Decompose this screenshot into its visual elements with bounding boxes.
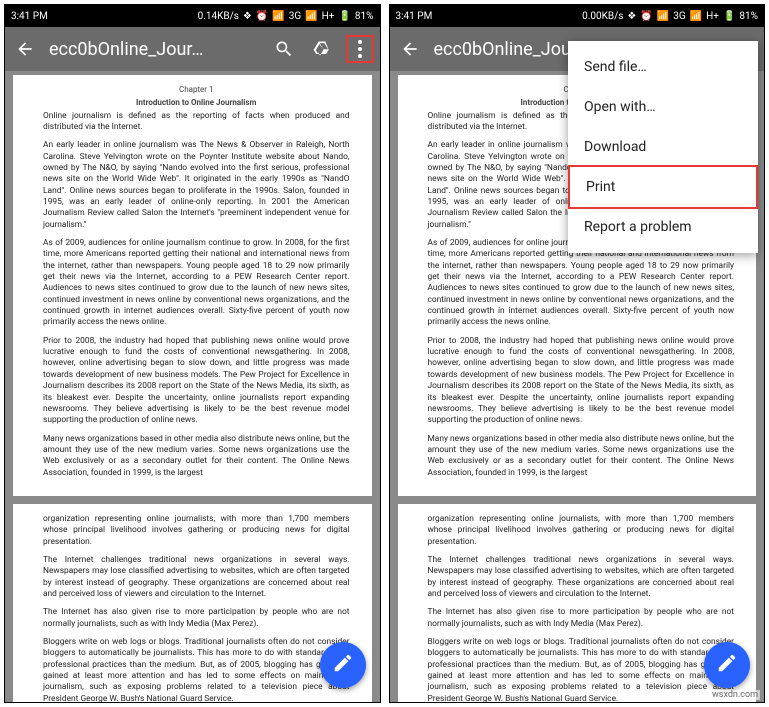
document-viewport[interactable]: Chapter 1 Introduction to Online Journal…	[5, 71, 380, 702]
status-net1: 3G	[289, 11, 301, 22]
pencil-icon	[332, 652, 354, 678]
phone-right: 3:41 PM 0.00KB/s ❖ ⏰ 📶 3G 📶 H+ 🔋 81% ecc…	[389, 4, 766, 703]
back-button[interactable]	[11, 35, 39, 63]
doc-paragraph: Prior to 2008, the industry had hoped th…	[428, 336, 735, 427]
signal-icon-2: 📶	[690, 11, 702, 22]
menu-download[interactable]: Download	[568, 127, 758, 167]
doc-paragraph: The Internet has also given rise to more…	[428, 607, 735, 630]
phone-left: 3:41 PM 0.14KB/s ❖ ⏰ 📶 3G 📶 H+ 🔋 81% ecc…	[4, 4, 381, 703]
document-page-2: organization representing online journal…	[13, 504, 372, 702]
status-bar: 3:41 PM 0.14KB/s ❖ ⏰ 📶 3G 📶 H+ 🔋 81%	[5, 5, 380, 27]
kebab-icon	[358, 40, 362, 58]
status-right: 0.14KB/s ❖ ⏰ 📶 3G 📶 H+ 🔋 81%	[198, 11, 374, 22]
doc-paragraph: The Internet has also given rise to more…	[43, 607, 350, 630]
alarm-icon: ⏰	[256, 11, 268, 22]
menu-print[interactable]: Print	[568, 165, 758, 209]
app-bar: ecc0bOnline_Jour…	[5, 27, 380, 71]
alarm-icon: ⏰	[640, 11, 652, 22]
menu-report-problem[interactable]: Report a problem	[568, 207, 758, 247]
status-speed: 0.00KB/s	[582, 11, 623, 22]
signal-icon-2: 📶	[305, 11, 317, 22]
doc-paragraph: Many news organizations based in other m…	[428, 434, 735, 479]
status-time: 3:41 PM	[11, 11, 48, 22]
status-time: 3:41 PM	[396, 11, 433, 22]
status-right: 0.00KB/s ❖ ⏰ 📶 3G 📶 H+ 🔋 81%	[582, 11, 758, 22]
status-bar: 3:41 PM 0.00KB/s ❖ ⏰ 📶 3G 📶 H+ 🔋 81%	[390, 5, 765, 27]
status-net1: 3G	[673, 11, 685, 22]
doc-paragraph: The Internet challenges traditional news…	[43, 555, 350, 600]
battery-icon: 🔋	[338, 11, 350, 22]
overflow-menu: Send file… Open with… Download Print Rep…	[568, 41, 758, 253]
chapter-label: Chapter 1	[43, 85, 350, 96]
document-page-1: Chapter 1 Introduction to Online Journal…	[13, 75, 372, 496]
doc-paragraph: The Internet challenges traditional news…	[428, 555, 735, 600]
menu-send-file[interactable]: Send file…	[568, 47, 758, 87]
vibrate-icon: ❖	[627, 11, 636, 22]
menu-open-with[interactable]: Open with…	[568, 87, 758, 127]
status-battery: 81%	[355, 11, 374, 22]
doc-paragraph: organization representing online journal…	[428, 514, 735, 548]
doc-paragraph: Online journalism is defined as the repo…	[43, 111, 350, 134]
edit-fab[interactable]	[320, 642, 366, 688]
edit-fab[interactable]	[704, 642, 750, 688]
document-title: ecc0bOnline_Jour…	[49, 39, 260, 60]
overflow-menu-button[interactable]	[346, 35, 374, 63]
status-speed: 0.14KB/s	[198, 11, 239, 22]
back-button[interactable]	[396, 35, 424, 63]
doc-paragraph: Prior to 2008, the industry had hoped th…	[43, 336, 350, 427]
vibrate-icon: ❖	[243, 11, 252, 22]
watermark: wsxdn.com	[710, 690, 760, 700]
pencil-icon	[716, 652, 738, 678]
doc-paragraph: An early leader in online journalism was…	[43, 140, 350, 231]
search-button[interactable]	[270, 35, 298, 63]
status-battery: 81%	[739, 11, 758, 22]
chapter-heading: Introduction to Online Journalism	[43, 98, 350, 109]
doc-paragraph: Bloggers write on web logs or blogs. Tra…	[43, 637, 350, 702]
status-net2: H+	[322, 11, 335, 22]
document-page-2: organization representing online journal…	[398, 504, 757, 702]
doc-paragraph: As of 2009, audiences for online journal…	[43, 238, 350, 329]
signal-icon: 📶	[657, 11, 669, 22]
doc-paragraph: organization representing online journal…	[43, 514, 350, 548]
drive-button[interactable]	[308, 35, 336, 63]
battery-icon: 🔋	[723, 11, 735, 22]
signal-icon: 📶	[272, 11, 284, 22]
doc-paragraph: Bloggers write on web logs or blogs. Tra…	[428, 637, 735, 702]
doc-paragraph: Many news organizations based in other m…	[43, 434, 350, 479]
status-net2: H+	[706, 11, 719, 22]
